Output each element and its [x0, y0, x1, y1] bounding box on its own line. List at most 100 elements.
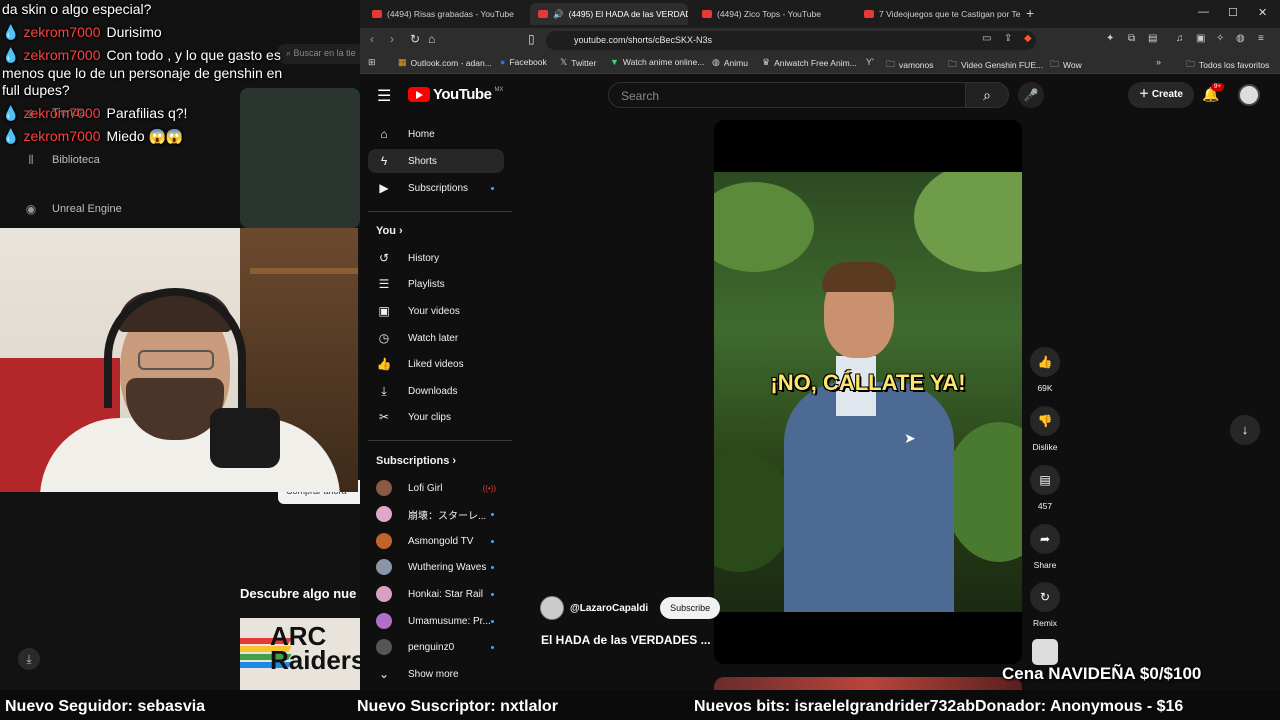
sidebar-item-shorts[interactable]: ϟ Shorts	[368, 149, 504, 173]
leo-icon[interactable]: ✧	[1216, 33, 1224, 44]
sidebar-sub-honkai-star-rail[interactable]: Honkai: Star Rail	[368, 582, 504, 606]
url-input[interactable]: youtube.com/shorts/cBecSKX-N3s	[546, 31, 1036, 50]
sidebar-label: Asmongold TV	[408, 535, 474, 547]
channel-name[interactable]: @LazaroCapaldi	[570, 603, 648, 614]
forward-icon[interactable]: ›	[390, 32, 394, 46]
maximize-icon[interactable]: ☐	[1228, 6, 1238, 19]
comments-action[interactable]: ▤ 457	[1028, 465, 1062, 511]
tab-zico[interactable]: (4494) Zico Tops - YouTube	[694, 3, 854, 25]
subs-label: Subscriptions	[376, 455, 450, 467]
puzzle-icon[interactable]: ⧉	[1128, 33, 1135, 44]
sidebar-item-liked-videos[interactable]: 👍 Liked videos	[368, 352, 504, 376]
sidebar-item-history[interactable]: ↺ History	[368, 246, 504, 270]
comment-icon[interactable]: ▤	[1030, 465, 1060, 495]
epic-search-input[interactable]: ⌕ Buscar en la tie	[276, 44, 360, 64]
home-icon[interactable]: ⌂	[428, 32, 435, 46]
search-input[interactable]: Search	[608, 82, 966, 108]
sidebar-icon[interactable]: ▤	[1148, 33, 1157, 44]
youtube-logo[interactable]: YouTube MX	[408, 86, 503, 103]
next-short-preview[interactable]	[714, 677, 1022, 690]
menu-icon[interactable]: ≡	[1258, 33, 1264, 44]
remix-action[interactable]: ↻ Remix	[1028, 582, 1062, 628]
sidebar-sub-wuthering-waves[interactable]: Wuthering Waves	[368, 555, 504, 579]
bookmark-aniwatch[interactable]: ♛ Aniwatch Free Anim...	[762, 57, 857, 68]
sidebar-sub-lofi-girl[interactable]: Lofi Girl ((•))	[368, 476, 504, 500]
bookmark-icon[interactable]: ▯	[528, 32, 535, 46]
bookmark-watch-anime[interactable]: ▼ Watch anime online...	[610, 57, 704, 67]
sidebar-label: Watch later	[408, 332, 459, 344]
like-action[interactable]: 👍 69K	[1028, 347, 1062, 393]
short-title[interactable]: El HADA de las VERDADES ...	[541, 633, 711, 647]
new-tab-button[interactable]: +	[1026, 5, 1034, 21]
close-window-icon[interactable]: ✕	[1258, 6, 1267, 19]
minimize-icon[interactable]: —	[1198, 6, 1209, 18]
thumbs-up-icon[interactable]: 👍	[1030, 347, 1060, 377]
chat-line: da skin o algo especial?	[2, 1, 151, 17]
thumbs-down-icon[interactable]: 👎	[1030, 406, 1060, 436]
sidebar-label: Downloads	[408, 385, 458, 397]
bookmark-outlook[interactable]: ▦ Outlook.com - adan...	[398, 57, 492, 68]
sidebar-item-home[interactable]: ⌂ Home	[368, 122, 504, 146]
wallet-icon[interactable]: ▣	[1196, 33, 1205, 44]
reload-icon[interactable]: ↻	[410, 32, 420, 46]
share-action[interactable]: ➦ Share	[1028, 524, 1062, 570]
sidebar-item-downloads[interactable]: ⤓ Downloads	[368, 379, 504, 403]
tab-videojuegos[interactable]: 7 Videojuegos que te Castigan por Te	[856, 3, 1020, 25]
sidebar-sub-umamusume[interactable]: Umamusume: Pr...	[368, 609, 504, 633]
account-avatar[interactable]	[1238, 84, 1260, 106]
sidebar-item-watch-later[interactable]: ◷ Watch later	[368, 326, 504, 350]
sound-thumbnail[interactable]	[1032, 639, 1058, 665]
epic-nav-library[interactable]: ⫴ Biblioteca	[24, 153, 99, 167]
create-button[interactable]: ＋ Create	[1128, 82, 1194, 108]
short-video-player[interactable]: ¡NO, CÁLLATE YA!	[714, 120, 1022, 664]
sidebar-you-heading[interactable]: You ›	[376, 225, 403, 237]
more-bookmarks-icon[interactable]: »	[1156, 57, 1161, 67]
sidebar-item-subscriptions[interactable]: ▶ Subscriptions	[368, 176, 504, 200]
bookmark-vamonos[interactable]: 🗀 vamonos	[886, 57, 934, 73]
sidebar-item-playlists[interactable]: ☰ Playlists	[368, 272, 504, 296]
vpn-icon[interactable]: ◍	[1236, 33, 1245, 44]
sidebar-subscriptions-heading[interactable]: Subscriptions ›	[376, 455, 456, 467]
channel-avatar[interactable]	[540, 596, 564, 620]
search-icon[interactable]: ⌕	[965, 82, 1009, 108]
arrow-down-icon[interactable]: ↓	[1230, 415, 1260, 445]
sidebar-sub-asmongold[interactable]: Asmongold TV	[368, 529, 504, 553]
sidebar-item-your-videos[interactable]: ▣ Your videos	[368, 299, 504, 323]
bookmark-wow[interactable]: 🗀 Wow	[1050, 57, 1082, 73]
sidebar-sub-honkai-jp[interactable]: 崩壊：スターレ...	[368, 502, 504, 526]
hamburger-menu-icon[interactable]: ☰	[377, 86, 391, 106]
bookmark-twitter[interactable]: 𝕏 Twitter	[560, 57, 596, 68]
sidebar-label: Your videos	[408, 305, 460, 317]
remix-icon[interactable]: ↻	[1030, 582, 1060, 612]
epic-nav-unreal[interactable]: ◉ Unreal Engine	[24, 202, 122, 216]
sidebar-label: penguinz0	[408, 641, 455, 653]
download-icon[interactable]: ⤓	[18, 648, 40, 670]
webcam-feed	[0, 228, 358, 492]
brave-icon[interactable]: ◆	[1024, 33, 1032, 44]
share-icon[interactable]: ⇪	[1004, 33, 1012, 44]
microphone	[210, 408, 280, 468]
tab-risas[interactable]: (4494) Risas grabadas - YouTube	[364, 3, 528, 25]
bookmark-video-genshin[interactable]: 🗀 Video Genshin FUE...	[948, 57, 1043, 73]
sidebar-item-your-clips[interactable]: ✂ Your clips	[368, 405, 504, 429]
youtube-page: ☰ YouTube MX Search ⌕ 🎤 ＋ Create 🔔 9+ ⌂ H…	[360, 74, 1280, 690]
cast-icon[interactable]: ▭	[982, 33, 991, 44]
tab-hada[interactable]: 🔊(4495) El HADA de las VERDADES✕	[530, 3, 688, 25]
bookmark-misc[interactable]: Y'	[866, 57, 874, 67]
share-icon[interactable]: ➦	[1030, 524, 1060, 554]
sidebar-show-more[interactable]: ⌄ Show more	[368, 662, 504, 686]
dislike-action[interactable]: 👎 Dislike	[1028, 406, 1062, 452]
epic-featured-card[interactable]	[240, 88, 360, 228]
bookmark-all-favorites[interactable]: 🗀 Todos los favoritos	[1186, 57, 1269, 73]
bookmark-animu[interactable]: ◍ Animu	[712, 57, 748, 68]
sidebar-sub-penguinz0[interactable]: penguinz0	[368, 635, 504, 659]
extension-icon[interactable]: ✦	[1106, 33, 1114, 44]
apps-icon[interactable]: ⊞	[368, 57, 376, 68]
bookmark-label: Video Genshin FUE...	[961, 60, 1044, 70]
back-icon[interactable]: ‹	[370, 32, 374, 46]
bookmark-facebook[interactable]: ● Facebook	[500, 57, 547, 67]
music-icon[interactable]: ♫	[1176, 33, 1184, 44]
folder-icon: 🗀	[1050, 59, 1060, 69]
microphone-icon[interactable]: 🎤	[1018, 82, 1044, 108]
subscribe-button[interactable]: Subscribe	[660, 597, 721, 619]
